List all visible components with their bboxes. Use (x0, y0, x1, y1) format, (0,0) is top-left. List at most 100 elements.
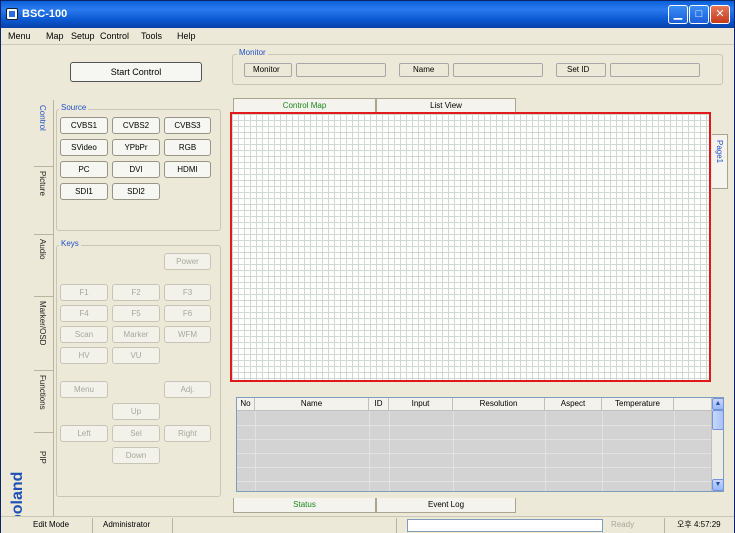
key-right-button[interactable]: Right (164, 425, 211, 442)
key-f6-button[interactable]: F6 (164, 305, 211, 322)
tab-audio[interactable]: Audio (34, 235, 54, 297)
key-sel-button[interactable]: Sel (112, 425, 160, 442)
source-cvbs3-button[interactable]: CVBS3 (164, 117, 211, 134)
table-scrollbar[interactable]: ▲ ▼ (711, 398, 724, 491)
table-col-line (369, 411, 370, 491)
name-field[interactable] (453, 63, 543, 77)
key-f5-button[interactable]: F5 (112, 305, 160, 322)
key-f1-button[interactable]: F1 (60, 284, 108, 301)
tab-page1[interactable]: Page1 (712, 134, 728, 189)
table-col-line (545, 411, 546, 491)
chevron-down-icon: ▼ (714, 481, 722, 488)
status-panel-empty (173, 518, 397, 533)
table-row (237, 467, 711, 468)
col-name[interactable]: Name (255, 398, 369, 411)
col-id[interactable]: ID (369, 398, 389, 411)
scroll-down-button[interactable]: ▼ (712, 479, 724, 491)
key-vu-button[interactable]: VU (112, 347, 160, 364)
title-bar[interactable]: BSC-100 ▁ □ ✕ (1, 1, 734, 28)
key-scan-button[interactable]: Scan (60, 326, 108, 343)
scroll-up-button[interactable]: ▲ (712, 398, 724, 410)
menu-item-help[interactable]: Help (177, 31, 196, 41)
maximize-icon: □ (695, 8, 703, 20)
key-menu-button[interactable]: Menu (60, 381, 108, 398)
name-label: Name (413, 65, 435, 74)
tab-page1-label: Page1 (715, 140, 724, 164)
monitor-group-label: Monitor (237, 48, 268, 57)
setid-field[interactable] (610, 63, 700, 77)
menu-item-control[interactable]: Control (100, 31, 129, 41)
status-mode: Edit Mode (1, 518, 93, 533)
tab-control-label: Control (38, 105, 47, 131)
source-pc-button[interactable]: PC (60, 161, 108, 178)
source-cvbs2-button[interactable]: CVBS2 (112, 117, 160, 134)
tab-event-log[interactable]: Event Log (376, 498, 516, 513)
menu-item-tools[interactable]: Tools (141, 31, 162, 41)
tab-marker-osd[interactable]: Marker/OSD (34, 297, 54, 371)
source-ypbpr-button[interactable]: YPbPr (112, 139, 160, 156)
monitor-field[interactable] (296, 63, 386, 77)
tab-picture-label: Picture (38, 171, 47, 196)
source-cvbs1-button[interactable]: CVBS1 (60, 117, 108, 134)
tab-functions[interactable]: Functions (34, 371, 54, 433)
tab-marker-osd-label: Marker/OSD (38, 301, 47, 346)
key-hv-button[interactable]: HV (60, 347, 108, 364)
tab-pip-label: PIP (38, 451, 47, 464)
table-col-line (602, 411, 603, 491)
source-sdi1-button[interactable]: SDI1 (60, 183, 108, 200)
minimize-button[interactable]: ▁ (668, 5, 688, 24)
keys-group-label: Keys (59, 239, 81, 248)
monitor-label: Monitor (253, 65, 280, 74)
tab-pip[interactable]: PIP (34, 433, 54, 513)
tab-status[interactable]: Status (233, 498, 376, 513)
col-input[interactable]: Input (389, 398, 453, 411)
key-f3-button[interactable]: F3 (164, 284, 211, 301)
control-map-grid[interactable] (230, 112, 711, 382)
key-adj-button[interactable]: Adj. (164, 381, 211, 398)
source-dvi-button[interactable]: DVI (112, 161, 160, 178)
key-down-button[interactable]: Down (112, 447, 160, 464)
monitor-table[interactable]: No Name ID Input Resolution Aspect Tempe… (236, 397, 724, 492)
key-left-button[interactable]: Left (60, 425, 108, 442)
tab-control[interactable]: Control (34, 101, 54, 167)
key-marker-button[interactable]: Marker (112, 326, 160, 343)
tab-list-view[interactable]: List View (376, 98, 516, 112)
table-col-line (389, 411, 390, 491)
source-hdmi-button[interactable]: HDMI (164, 161, 211, 178)
table-col-line (453, 411, 454, 491)
tab-picture[interactable]: Picture (34, 167, 54, 235)
status-bar: Edit Mode Administrator Ready 오후 4:57:29 (1, 516, 734, 533)
col-no[interactable]: No (237, 398, 255, 411)
menu-item-map[interactable]: Map (46, 31, 64, 41)
key-f4-button[interactable]: F4 (60, 305, 108, 322)
key-f2-button[interactable]: F2 (112, 284, 160, 301)
menu-item-setup[interactable]: Setup (71, 31, 95, 41)
key-up-button[interactable]: Up (112, 403, 160, 420)
menu-item-menu[interactable]: Menu (8, 31, 31, 41)
start-control-button[interactable]: Start Control (70, 62, 202, 82)
main-window: BSC-100 ▁ □ ✕ Menu Map Setup Control Too… (0, 0, 735, 533)
tab-control-map[interactable]: Control Map (233, 98, 376, 112)
minimize-icon: ▁ (673, 8, 683, 20)
menu-bar: Menu Map Setup Control Tools Help (1, 28, 734, 45)
table-header: No Name ID Input Resolution Aspect Tempe… (237, 398, 711, 411)
status-time: 오후 4:57:29 (677, 520, 721, 529)
col-resolution[interactable]: Resolution (453, 398, 545, 411)
chevron-up-icon: ▲ (714, 400, 722, 407)
source-svideo-button[interactable]: SVideo (60, 139, 108, 156)
source-sdi2-button[interactable]: SDI2 (112, 183, 160, 200)
table-row (237, 425, 711, 426)
source-rgb-button[interactable]: RGB (164, 139, 211, 156)
col-aspect[interactable]: Aspect (545, 398, 602, 411)
power-button[interactable]: Power (164, 253, 211, 270)
col-temperature[interactable]: Temperature (602, 398, 674, 411)
status-ready: Ready (607, 518, 665, 533)
tab-audio-label: Audio (38, 239, 47, 260)
status-user: Administrator (93, 518, 173, 533)
source-group-label: Source (59, 103, 89, 112)
maximize-button[interactable]: □ (689, 5, 709, 24)
close-button[interactable]: ✕ (710, 5, 730, 24)
key-wfm-button[interactable]: WFM (164, 326, 211, 343)
table-col-line (255, 411, 256, 491)
scroll-thumb[interactable] (712, 410, 724, 430)
